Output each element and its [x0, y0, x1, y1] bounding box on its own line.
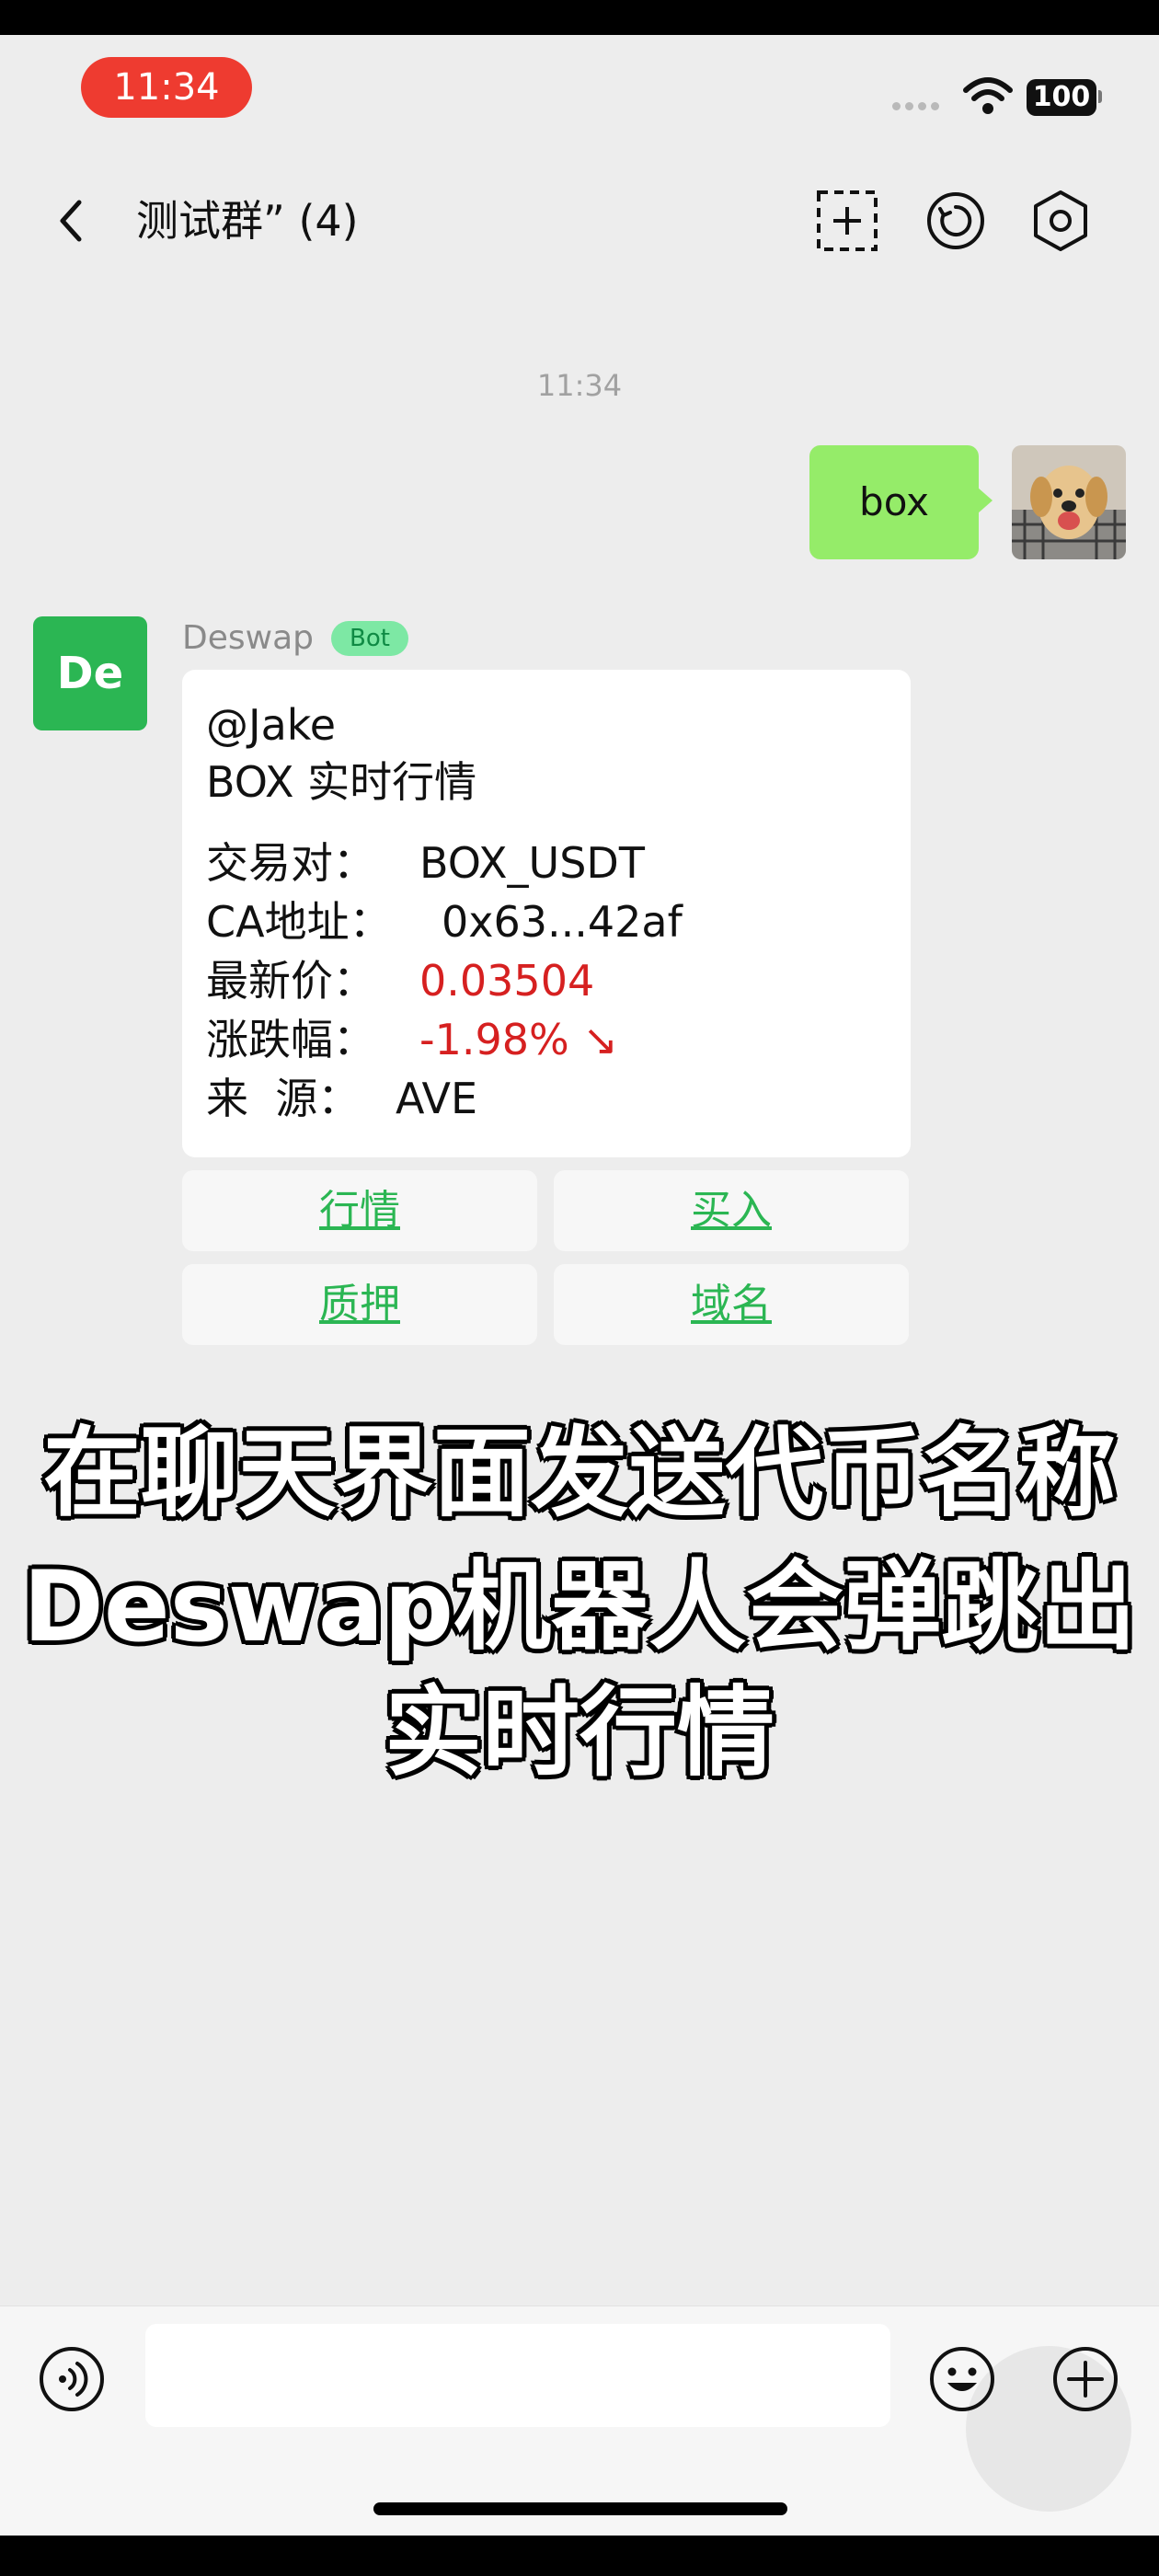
bot-avatar[interactable]: De	[33, 616, 147, 730]
row-value: 0x63...42af	[442, 897, 683, 947]
row-value: AVE	[396, 1074, 478, 1123]
card-mention: @Jake	[206, 700, 337, 750]
bubble-tail	[978, 488, 993, 513]
chat-title: 测试群” (4)	[136, 196, 359, 246]
message-timestamp: 11:34	[536, 368, 623, 403]
outgoing-message-bubble[interactable]: box	[809, 445, 979, 559]
row-label: 来 源：	[206, 1074, 361, 1123]
battery-nub	[1098, 90, 1102, 103]
market-button[interactable]: 行情	[182, 1170, 537, 1251]
market-card[interactable]: @Jake BOX 实时行情 交易对： BOX_USDT CA地址： 0x63...…	[182, 670, 911, 1157]
row-value: 0.03504	[419, 956, 595, 1006]
plus-icon[interactable]	[1050, 2344, 1120, 2414]
emoji-icon[interactable]	[927, 2344, 997, 2414]
row-value: -1.98% ↘	[419, 1015, 618, 1064]
letterbox-top	[0, 0, 1159, 35]
wifi-icon	[963, 77, 1013, 114]
bot-name: Deswap	[182, 619, 314, 657]
row-label: CA地址：	[206, 897, 392, 947]
card-heading: BOX 实时行情	[206, 757, 477, 807]
card-row-source: 来 源： AVE	[206, 1071, 477, 1126]
row-value: BOX_USDT	[419, 838, 645, 888]
stake-button[interactable]: 质押	[182, 1264, 537, 1345]
caption-line: 在聊天界面发送代币名称	[43, 1417, 1116, 1530]
settings-icon[interactable]	[1027, 187, 1095, 255]
buy-button[interactable]: 买入	[554, 1170, 909, 1251]
card-row-contract: CA地址： 0x63...42af	[206, 894, 683, 949]
chevron-left-icon[interactable]	[52, 193, 88, 248]
card-row-pair: 交易对： BOX_USDT	[206, 835, 645, 891]
row-label: 最新价：	[206, 956, 375, 1006]
battery-indicator: 100	[1027, 79, 1096, 116]
bot-badge: Bot	[331, 621, 408, 656]
row-label: 交易对：	[206, 838, 375, 888]
user-avatar[interactable]	[1012, 445, 1126, 559]
caption-line: Deswap机器人会弹跳出	[22, 1550, 1137, 1663]
domain-button[interactable]: 域名	[554, 1264, 909, 1345]
signal-icon	[892, 97, 944, 114]
card-row-price: 最新价： 0.03504	[206, 953, 594, 1008]
clock-icon[interactable]	[922, 187, 990, 255]
status-time-pill[interactable]: 11:34	[81, 57, 252, 118]
add-member-icon[interactable]	[813, 187, 881, 255]
card-row-change: 涨跌幅： -1.98% ↘	[206, 1012, 618, 1067]
row-label: 涨跌幅：	[206, 1015, 375, 1064]
caption-line: 实时行情	[384, 1676, 775, 1789]
message-input[interactable]	[145, 2324, 890, 2427]
letterbox-bottom	[0, 2536, 1159, 2576]
voice-icon[interactable]	[37, 2344, 107, 2414]
home-indicator[interactable]	[373, 2502, 787, 2515]
